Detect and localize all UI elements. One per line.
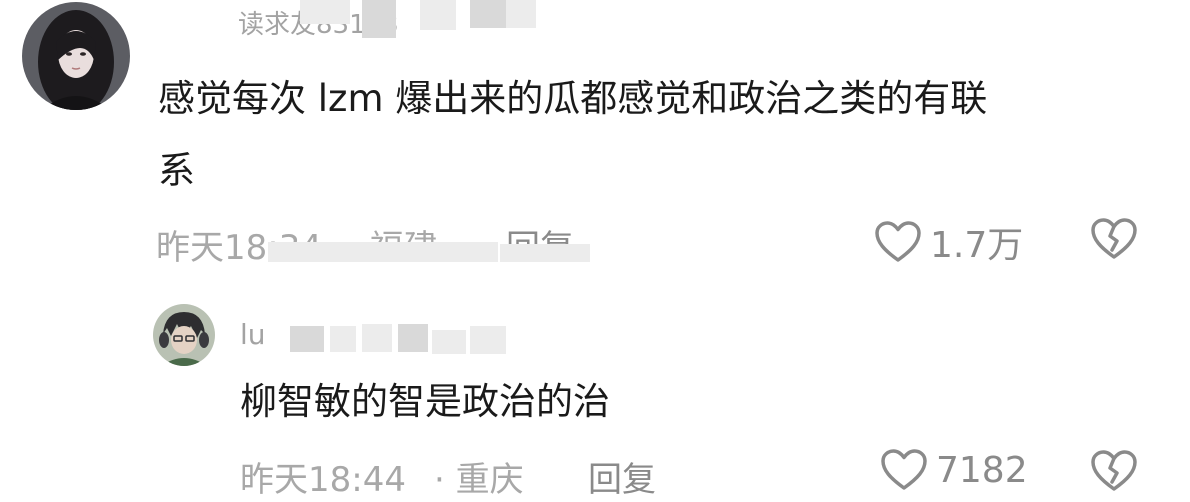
heart-outline-icon: [881, 449, 927, 490]
comment-time: 昨天18:44: [240, 460, 406, 500]
username-redaction: [432, 330, 466, 354]
comment-location: · 重庆: [434, 460, 524, 500]
username-redaction: [362, 324, 392, 352]
username-redaction: [300, 0, 350, 24]
like-button[interactable]: 7182: [880, 448, 1028, 492]
username-redaction: [330, 326, 356, 352]
broken-heart-icon: [1091, 450, 1137, 491]
avatar[interactable]: [22, 2, 130, 110]
meta-redaction: [268, 242, 498, 262]
username-redaction: [470, 0, 506, 28]
broken-heart-icon: [1091, 218, 1137, 259]
reply-redaction: [500, 244, 590, 262]
username-redaction: [290, 326, 324, 352]
comment-text-continued: 系: [158, 149, 195, 192]
dislike-button[interactable]: [1090, 448, 1138, 494]
username-redaction: [470, 326, 506, 354]
avatar-image: [153, 304, 215, 366]
dislike-button[interactable]: [1090, 216, 1138, 262]
heart-outline-icon: [875, 221, 921, 262]
username-redaction: [420, 0, 456, 30]
like-button[interactable]: 1.7万: [874, 216, 1023, 268]
reply-button[interactable]: 回复: [588, 452, 656, 501]
username-redaction: [362, 0, 396, 38]
avatar[interactable]: [153, 304, 215, 366]
username-redaction: [398, 324, 428, 352]
comment-text: 感觉每次 lzm 爆出来的瓜都感觉和政治之类的有联: [158, 77, 988, 120]
username-redaction: [506, 0, 536, 28]
avatar-image: [22, 2, 130, 110]
comment-text: 柳智敏的智是政治的治: [240, 380, 610, 423]
like-count: 7182: [936, 449, 1028, 491]
like-count: 1.7万: [930, 225, 1024, 266]
